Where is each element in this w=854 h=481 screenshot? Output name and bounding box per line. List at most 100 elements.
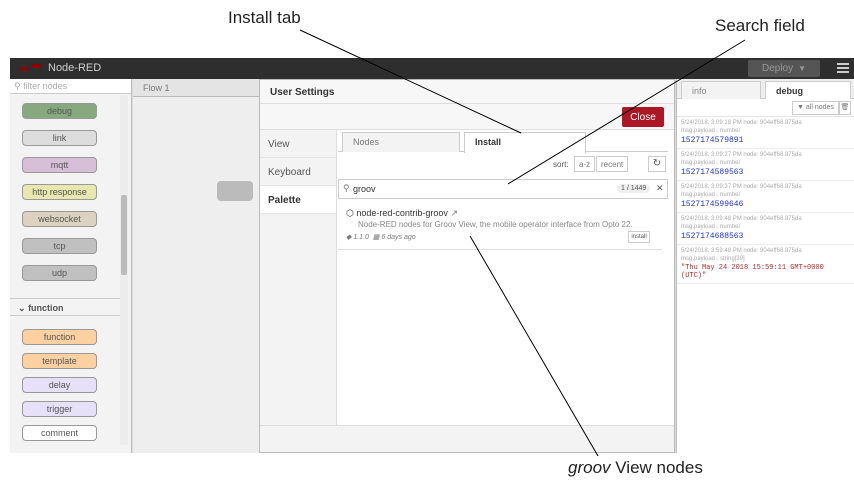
debug-message-value[interactable]: 1527174589563: [681, 168, 850, 177]
module-name[interactable]: node-red-contrib-groov: [356, 208, 448, 218]
flow-workspace[interactable]: Flow 1: [133, 79, 263, 453]
debug-message-topic: msg.payload : number: [681, 224, 741, 230]
palette-node-2[interactable]: mqtt: [22, 157, 97, 173]
palette-node-0[interactable]: debug: [22, 103, 97, 119]
chevron-down-icon[interactable]: ▼: [798, 64, 806, 73]
deploy-label: Deploy: [761, 63, 794, 74]
app-title: Node-RED: [48, 62, 102, 74]
settings-section-view[interactable]: View: [260, 130, 336, 158]
debug-message: 5/24/2018, 3:09:18 PM node: 904eff68.875…: [677, 117, 854, 149]
module-version: 1.1.0: [353, 234, 369, 241]
tab-nodes[interactable]: Nodes: [342, 132, 460, 152]
all-nodes-label: all nodes: [805, 104, 834, 111]
palette-node-6[interactable]: udp: [22, 265, 97, 281]
debug-message-topic: msg.payload : number: [681, 160, 741, 166]
tab-flow-1[interactable]: Flow 1: [133, 79, 263, 97]
palette-node-1[interactable]: link: [22, 130, 97, 146]
app-brand: Node-RED: [20, 62, 101, 74]
palette-node-function-4[interactable]: comment: [22, 425, 97, 441]
view-nodes-annotation: groov View nodes: [568, 458, 703, 478]
workspace-node[interactable]: [217, 181, 253, 201]
palette-node-3[interactable]: http response: [22, 184, 97, 200]
module-icon: ⬡: [346, 208, 354, 218]
palette-tabs: Nodes Install: [338, 130, 668, 153]
palette-node-4[interactable]: websocket: [22, 211, 97, 227]
palette-node-function-1[interactable]: template: [22, 353, 97, 369]
install-tab-annotation: Install tab: [228, 8, 301, 27]
debug-message-value[interactable]: 1527174579891: [681, 136, 850, 145]
palette-manager: Nodes Install sort: a-z recent ↻ ⚲ groov…: [338, 130, 746, 453]
all-nodes-filter-button[interactable]: ▼ all nodes: [792, 101, 839, 115]
search-icon: ⚲: [343, 183, 350, 193]
debug-toolbar: ▼ all nodes 🗑: [677, 99, 854, 117]
palette-node-function-2[interactable]: delay: [22, 377, 97, 393]
module-title: ⬡ node-red-contrib-groov ↗: [346, 208, 458, 219]
search-result-count: 1 / 1449: [617, 184, 651, 193]
view-nodes-annotation-rest: View nodes: [610, 458, 703, 477]
settings-sections: View Keyboard Palette: [260, 130, 337, 450]
debug-messages: 5/24/2018, 3:09:18 PM node: 904eff68.875…: [677, 117, 854, 284]
node-palette: ⚲ filter nodes debug link mqtt http respons…: [10, 79, 132, 453]
settings-section-palette[interactable]: Palette: [260, 186, 336, 214]
tab-install[interactable]: Install: [464, 132, 586, 153]
debug-message: 5/24/2018, 3:09:27 PM node: 904eff68.875…: [677, 149, 854, 181]
chevron-down-icon: ⌄: [18, 303, 26, 313]
filter-icon: ▼: [797, 104, 804, 111]
settings-section-keyboard[interactable]: Keyboard: [260, 158, 336, 186]
view-nodes-annotation-em: groov: [568, 458, 611, 477]
dialog-title: User Settings: [260, 80, 674, 104]
module-updated: 6 days ago: [381, 234, 416, 241]
header-bar: Node-RED Deploy ▼: [10, 58, 854, 79]
palette-filter-placeholder: filter nodes: [23, 81, 68, 91]
calendar-icon: ▦: [372, 234, 380, 241]
tag-icon: ◆: [346, 234, 352, 241]
debug-message: 5/24/2018, 3:09:48 PM node: 904eff68.875…: [677, 213, 854, 245]
debug-message-value[interactable]: 1527174688563: [681, 232, 850, 241]
deploy-button[interactable]: Deploy ▼: [748, 60, 820, 77]
debug-message-meta: 5/24/2018, 3:09:27 PM node: 904eff68.875…: [681, 152, 802, 158]
sort-row: sort: a-z recent ↻: [338, 154, 668, 174]
palette-node-5[interactable]: tcp: [22, 238, 97, 254]
search-value: groov: [353, 184, 376, 194]
module-meta: ◆ 1.1.0 ▦ 6 days ago: [346, 233, 416, 241]
debug-message: 5/24/2018, 3:09:37 PM node: 904eff68.875…: [677, 181, 854, 213]
close-button[interactable]: Close: [622, 107, 664, 127]
debug-message-value[interactable]: 1527174599646: [681, 200, 850, 209]
search-icon: ⚲: [14, 81, 21, 91]
debug-message-value[interactable]: "Thu May 24 2018 15:59:11 GMT+0000 (UTC)…: [681, 264, 850, 280]
node-red-logo-icon: [20, 63, 42, 73]
sort-recent-button[interactable]: recent: [596, 156, 629, 172]
module-description: Node-RED nodes for Groov View, the mobil…: [358, 220, 633, 229]
palette-node-function-0[interactable]: function: [22, 329, 97, 345]
dialog-footer: [260, 425, 674, 452]
debug-message: 5/24/2018, 3:59:48 PM node: 904eff68.875…: [677, 245, 854, 284]
refresh-icon[interactable]: ↻: [648, 156, 666, 172]
debug-message-topic: msg.payload : number: [681, 128, 741, 134]
debug-message-meta: 5/24/2018, 3:09:48 PM node: 904eff68.875…: [681, 216, 802, 222]
debug-message-topic: msg.payload : string[39]: [681, 256, 745, 262]
search-field-annotation: Search field: [715, 16, 805, 35]
trash-icon[interactable]: 🗑: [839, 101, 851, 115]
hamburger-menu-icon[interactable]: [837, 63, 849, 73]
palette-node-function-3[interactable]: trigger: [22, 401, 97, 417]
install-search-input[interactable]: ⚲ groov 1 / 1449 ✕: [338, 179, 668, 199]
tab-debug[interactable]: debug: [765, 81, 851, 99]
external-link-icon[interactable]: ↗: [450, 208, 458, 218]
dialog-button-row: Close: [260, 104, 674, 130]
install-button[interactable]: install: [628, 231, 650, 243]
clear-search-icon[interactable]: ✕: [656, 183, 664, 194]
debug-message-meta: 5/24/2018, 3:09:37 PM node: 904eff68.875…: [681, 184, 802, 190]
debug-message-meta: 5/24/2018, 3:09:18 PM node: 904eff68.875…: [681, 120, 802, 126]
sort-az-button[interactable]: a-z: [574, 156, 596, 172]
node-red-window: Node-RED Deploy ▼ ⚲ filter nodes debug li…: [10, 58, 854, 453]
palette-filter-input[interactable]: ⚲ filter nodes: [10, 79, 131, 94]
palette-scrollbar[interactable]: [120, 95, 128, 445]
user-settings-dialog: User Settings Close View Keyboard Palett…: [259, 79, 746, 453]
debug-message-topic: msg.payload : number: [681, 192, 741, 198]
right-sidebar: info debug ▼ all nodes 🗑 5/24/2018, 3:09…: [676, 79, 854, 453]
module-result: ⬡ node-red-contrib-groov ↗ Node-RED node…: [338, 202, 662, 250]
debug-message-meta: 5/24/2018, 3:59:48 PM node: 904eff68.875…: [681, 248, 802, 254]
tab-info[interactable]: info: [681, 81, 761, 99]
palette-category-label: function: [28, 303, 64, 313]
palette-category-function[interactable]: ⌄ function: [10, 298, 120, 316]
